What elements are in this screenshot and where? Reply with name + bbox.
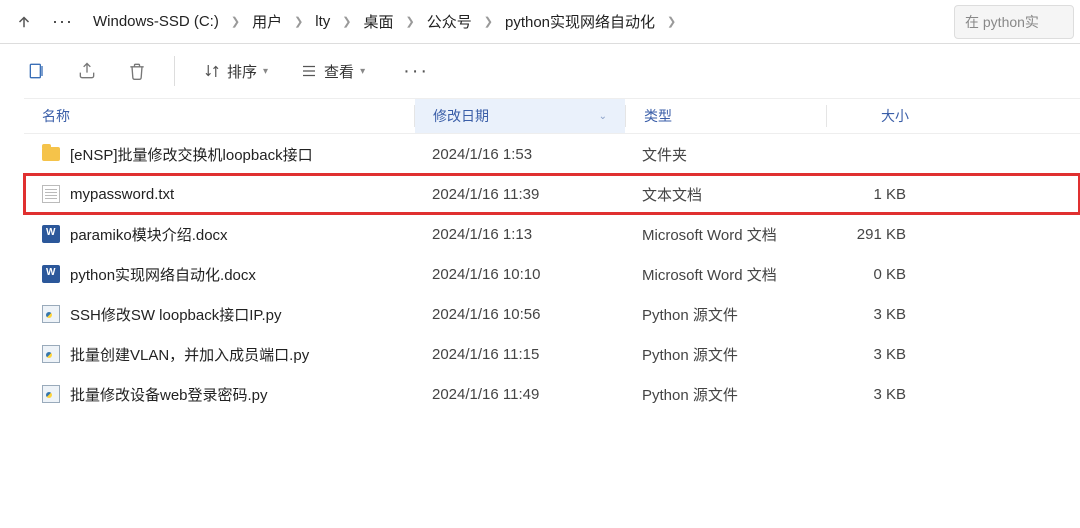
- file-date: 2024/1/16 10:10: [414, 266, 624, 283]
- rename-button[interactable]: [18, 52, 56, 90]
- delete-button[interactable]: [118, 52, 156, 90]
- search-input[interactable]: 在 python实: [954, 5, 1074, 39]
- folder-icon: [42, 147, 60, 161]
- file-date: 2024/1/16 11:39: [414, 186, 624, 203]
- file-row[interactable]: SSH修改SW loopback接口IP.py 2024/1/16 10:56Py…: [24, 294, 1080, 334]
- py-icon: [42, 385, 60, 403]
- file-row[interactable]: 批量创建VLAN，并加入成员端口.py 2024/1/16 11:15Python…: [24, 334, 1080, 374]
- breadcrumb-item[interactable]: python实现网络自动化: [495, 7, 665, 36]
- py-icon: [42, 345, 60, 363]
- file-size: 291 KB: [824, 226, 924, 243]
- file-type: Microsoft Word 文档: [624, 224, 824, 245]
- chevron-right-icon: ❯: [665, 15, 678, 28]
- file-name: paramiko模块介绍.docx: [70, 224, 228, 245]
- toolbar: 排序 ▾ 查看 ▾ ···: [0, 44, 1080, 98]
- address-bar: ··· Windows-SSD (C:)❯用户❯lty❯桌面❯公众号❯pytho…: [0, 0, 1080, 44]
- file-list: [eNSP]批量修改交换机loopback接口 2024/1/16 1:53文件夹…: [24, 134, 1080, 414]
- breadcrumb-item[interactable]: Windows-SSD (C:): [83, 9, 229, 34]
- file-type: Python 源文件: [624, 304, 824, 325]
- file-name-cell: [eNSP]批量修改交换机loopback接口: [24, 144, 414, 165]
- column-header-date-label: 修改日期: [433, 106, 489, 126]
- chevron-right-icon: ❯: [340, 15, 353, 28]
- file-date: 2024/1/16 1:13: [414, 226, 624, 243]
- chevron-down-icon: ▾: [263, 66, 268, 77]
- sort-label: 排序: [227, 61, 257, 82]
- breadcrumb-item[interactable]: 用户: [242, 7, 292, 36]
- file-name-cell: SSH修改SW loopback接口IP.py: [24, 304, 414, 325]
- file-name-cell: 批量修改设备web登录密码.py: [24, 384, 414, 405]
- view-label: 查看: [324, 61, 354, 82]
- file-name-cell: mypassword.txt: [24, 185, 414, 203]
- toolbar-divider: [174, 56, 175, 86]
- breadcrumb-item[interactable]: 公众号: [417, 7, 482, 36]
- breadcrumb-item[interactable]: lty: [305, 9, 340, 34]
- breadcrumb-item[interactable]: 桌面: [354, 7, 404, 36]
- chevron-right-icon: ❯: [404, 15, 417, 28]
- file-name: python实现网络自动化.docx: [70, 264, 256, 285]
- more-button[interactable]: ···: [387, 60, 445, 83]
- sort-dropdown[interactable]: 排序 ▾: [193, 52, 278, 90]
- file-name: SSH修改SW loopback接口IP.py: [70, 304, 281, 325]
- up-button[interactable]: [6, 4, 42, 40]
- file-size: 3 KB: [824, 306, 924, 323]
- chevron-right-icon: ❯: [292, 15, 305, 28]
- sort-indicator-icon: ⌄: [599, 111, 607, 122]
- chevron-right-icon: ❯: [482, 15, 495, 28]
- chevron-down-icon: ▾: [360, 66, 365, 77]
- docx-icon: [42, 225, 60, 243]
- file-size: 3 KB: [824, 386, 924, 403]
- column-header-row: 名称 修改日期 ⌄ 类型 大小: [24, 98, 1080, 134]
- file-type: Python 源文件: [624, 344, 824, 365]
- breadcrumb-items: Windows-SSD (C:)❯用户❯lty❯桌面❯公众号❯python实现网…: [83, 7, 665, 36]
- file-row[interactable]: [eNSP]批量修改交换机loopback接口 2024/1/16 1:53文件夹: [24, 134, 1080, 174]
- docx-icon: [42, 265, 60, 283]
- txt-icon: [42, 185, 60, 203]
- search-placeholder: 在 python实: [965, 12, 1039, 32]
- file-size: 0 KB: [824, 266, 924, 283]
- column-header-date[interactable]: 修改日期 ⌄: [415, 99, 625, 133]
- file-date: 2024/1/16 11:15: [414, 346, 624, 363]
- file-type: 文件夹: [624, 144, 824, 165]
- file-type: 文本文档: [624, 184, 824, 205]
- file-name: 批量创建VLAN，并加入成员端口.py: [70, 344, 309, 365]
- file-type: Microsoft Word 文档: [624, 264, 824, 285]
- py-icon: [42, 305, 60, 323]
- file-row[interactable]: paramiko模块介绍.docx 2024/1/16 1:13Microsoft…: [24, 214, 1080, 254]
- view-dropdown[interactable]: 查看 ▾: [290, 52, 375, 90]
- file-size: 3 KB: [824, 346, 924, 363]
- share-button[interactable]: [68, 52, 106, 90]
- file-name-cell: 批量创建VLAN，并加入成员端口.py: [24, 344, 414, 365]
- column-header-name[interactable]: 名称: [24, 99, 414, 133]
- file-name: [eNSP]批量修改交换机loopback接口: [70, 144, 313, 165]
- view-icon: [300, 62, 318, 80]
- column-header-size[interactable]: 大小: [827, 99, 927, 133]
- file-name: mypassword.txt: [70, 186, 174, 203]
- breadcrumb-overflow[interactable]: ···: [42, 11, 83, 32]
- file-date: 2024/1/16 10:56: [414, 306, 624, 323]
- chevron-right-icon: ❯: [229, 15, 242, 28]
- sort-icon: [203, 62, 221, 80]
- file-date: 2024/1/16 11:49: [414, 386, 624, 403]
- file-name: 批量修改设备web登录密码.py: [70, 384, 268, 405]
- breadcrumb: ··· Windows-SSD (C:)❯用户❯lty❯桌面❯公众号❯pytho…: [6, 4, 944, 40]
- file-size: 1 KB: [824, 186, 924, 203]
- file-date: 2024/1/16 1:53: [414, 146, 624, 163]
- file-type: Python 源文件: [624, 384, 824, 405]
- column-header-type[interactable]: 类型: [626, 99, 826, 133]
- file-row[interactable]: 批量修改设备web登录密码.py 2024/1/16 11:49Python 源文…: [24, 374, 1080, 414]
- file-row[interactable]: mypassword.txt 2024/1/16 11:39文本文档1 KB: [24, 174, 1080, 214]
- file-row[interactable]: python实现网络自动化.docx 2024/1/16 10:10Microso…: [24, 254, 1080, 294]
- file-name-cell: python实现网络自动化.docx: [24, 264, 414, 285]
- file-name-cell: paramiko模块介绍.docx: [24, 224, 414, 245]
